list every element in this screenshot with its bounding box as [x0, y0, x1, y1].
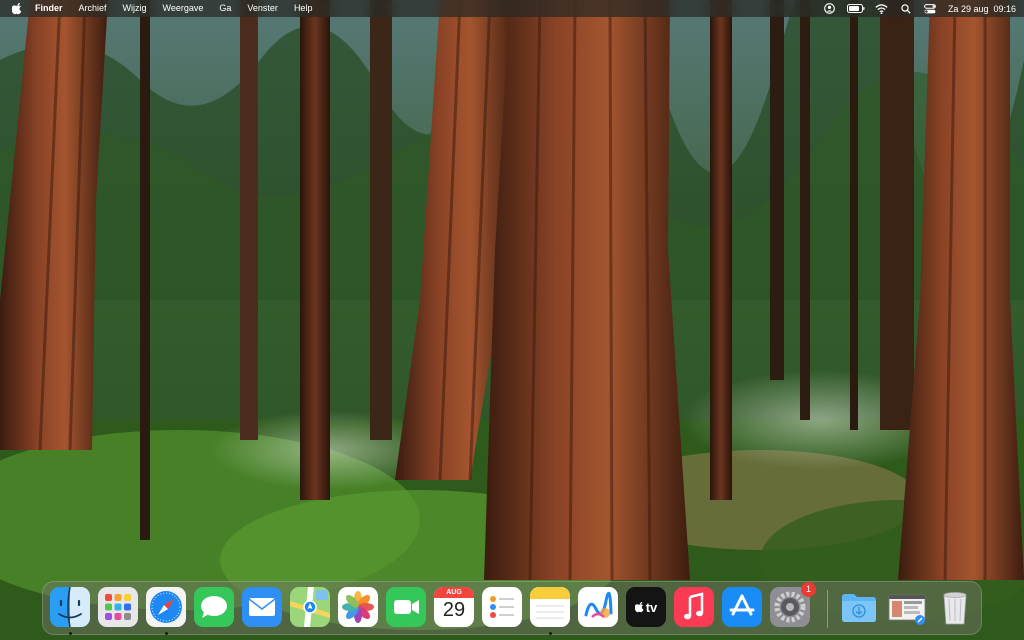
clock-time: 09:16: [993, 3, 1016, 14]
menu-wijzig[interactable]: Wijzig: [115, 0, 155, 17]
dock-safari-icon[interactable]: [146, 587, 186, 627]
running-indicator: [165, 632, 168, 635]
search-icon[interactable]: [899, 3, 913, 15]
menu-weergave[interactable]: Weergave: [155, 0, 212, 17]
dock-launchpad-icon[interactable]: [98, 587, 138, 627]
menu-app-name[interactable]: Finder: [33, 0, 71, 17]
dock-reminders-icon[interactable]: [482, 587, 522, 627]
tv-label: tv: [645, 599, 658, 615]
menu-bar-clock[interactable]: Za 29 aug 09:16: [948, 4, 1016, 14]
dock-freeform-icon[interactable]: [578, 587, 618, 627]
running-indicator: [69, 632, 72, 635]
user-icon[interactable]: [823, 3, 837, 15]
dock-notes-icon[interactable]: [530, 587, 570, 627]
running-indicator: [549, 632, 552, 635]
dock-photos-icon[interactable]: [338, 587, 378, 627]
dock-messages-icon[interactable]: [194, 587, 234, 627]
dock-maps-icon[interactable]: [290, 587, 330, 627]
dock-app-store-icon[interactable]: [722, 587, 762, 627]
dock: AUG 29 tv 1: [42, 581, 982, 635]
dock-screenshot-stack-icon[interactable]: [887, 587, 927, 627]
menu-ga[interactable]: Ga: [211, 0, 239, 17]
dock-tv-icon[interactable]: tv: [626, 587, 666, 627]
clock-date: Za 29 aug: [947, 3, 989, 14]
dock-facetime-icon[interactable]: [386, 587, 426, 627]
calendar-month: AUG: [446, 589, 462, 596]
calendar-day: 29: [442, 599, 466, 621]
menu-help[interactable]: Help: [286, 0, 321, 17]
menu-venster[interactable]: Venster: [239, 0, 286, 17]
dock-system-settings-icon[interactable]: 1: [770, 582, 816, 627]
desktop-wallpaper: [0, 0, 1024, 640]
dock-calendar-icon[interactable]: AUG 29: [434, 587, 474, 627]
dock-finder-icon[interactable]: [50, 587, 90, 627]
dock-downloads-folder-icon[interactable]: [839, 587, 879, 627]
menu-archief[interactable]: Archief: [71, 0, 115, 17]
battery-icon[interactable]: [846, 3, 865, 15]
dock-music-icon[interactable]: [674, 587, 714, 627]
dock-mail-icon[interactable]: [242, 587, 282, 627]
dock-separator: [827, 590, 828, 628]
menu-bar: Finder Archief Wijzig Weergave Ga Venste…: [0, 0, 1024, 17]
dock-trash-icon[interactable]: [935, 587, 975, 627]
notification-badge: 1: [801, 582, 816, 597]
apple-menu-icon[interactable]: [12, 2, 24, 15]
wifi-icon[interactable]: [875, 3, 889, 15]
control-center-icon[interactable]: [923, 3, 937, 15]
